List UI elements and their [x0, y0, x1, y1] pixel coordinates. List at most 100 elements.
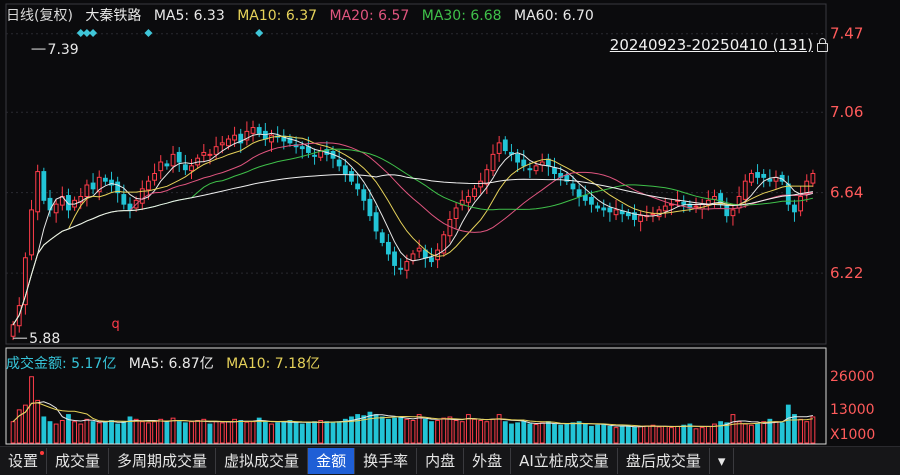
- indicator-tab-bar: 设置 成交量 多周期成交量 虚拟成交量 金额 换手率 内盘 外盘 AI立桩成交量 盘后成交量 ▾: [0, 446, 900, 475]
- price-tick-label: 7.06: [830, 103, 863, 121]
- candle: [146, 180, 151, 191]
- volume-bar: [133, 418, 139, 444]
- candle: [742, 180, 748, 200]
- candle: [533, 165, 539, 172]
- candle: [367, 198, 373, 217]
- volume-bar: [379, 416, 385, 444]
- candle: [84, 184, 90, 197]
- candle: [176, 151, 182, 163]
- volume-bar: [736, 421, 742, 444]
- tab-8[interactable]: AI立桩成交量: [511, 448, 618, 474]
- volume-bar: [484, 421, 490, 444]
- candle: [730, 209, 736, 217]
- volume-bar: [121, 421, 127, 444]
- volume-bar: [453, 420, 459, 444]
- lock-icon[interactable]: [817, 38, 828, 52]
- volume-bar: [139, 421, 145, 444]
- volume-bar: [293, 421, 299, 444]
- volume-bar: [521, 421, 527, 444]
- candle: [792, 204, 797, 213]
- candle: [576, 189, 582, 197]
- candle: [638, 215, 644, 222]
- candle: [164, 163, 170, 167]
- tab-2[interactable]: 多周期成交量: [109, 448, 217, 474]
- volume-bar: [102, 421, 108, 444]
- tab-0[interactable]: 设置: [0, 448, 48, 474]
- candle: [416, 247, 422, 252]
- tab-5[interactable]: 换手率: [355, 448, 418, 474]
- volume-bar: [244, 421, 250, 444]
- volume-bar: [152, 421, 157, 444]
- volume-bar: [552, 423, 557, 444]
- price-tick-label: 6.22: [830, 264, 863, 282]
- tab-label: 换手率: [363, 452, 409, 470]
- volume-bar: [681, 424, 687, 444]
- candle: [767, 178, 773, 182]
- candle: [213, 146, 219, 155]
- tab-3[interactable]: 虚拟成交量: [216, 448, 309, 474]
- volume-bar: [435, 420, 441, 444]
- volume-bar: [416, 414, 422, 444]
- candle: [496, 142, 502, 154]
- tab-label: 外盘: [472, 452, 503, 470]
- volume-bar: [558, 424, 564, 444]
- tab-label: 金额: [316, 452, 347, 470]
- tab-9[interactable]: 盘后成交量: [618, 448, 710, 474]
- tab-label: 盘后成交量: [625, 452, 701, 470]
- volume-bar: [385, 418, 391, 444]
- volume-bar: [35, 399, 41, 444]
- tab-10[interactable]: ▾: [710, 448, 735, 474]
- volume-bar: [478, 420, 484, 444]
- date-range-label[interactable]: 20240923-20250410 (131): [610, 36, 828, 54]
- tab-6[interactable]: 内盘: [417, 448, 465, 474]
- volume-bar: [53, 423, 59, 444]
- candle: [385, 241, 391, 255]
- candle: [256, 127, 262, 134]
- ma30-line: [12, 148, 814, 326]
- volume-bar: [324, 421, 330, 444]
- candle: [410, 253, 416, 262]
- volume-bar: [29, 376, 34, 444]
- candle: [404, 261, 410, 271]
- volume-bar: [275, 422, 281, 444]
- tab-7[interactable]: 外盘: [464, 448, 512, 474]
- volume-bar: [644, 425, 650, 444]
- volume-bar: [158, 418, 164, 444]
- volume-bar: [219, 422, 225, 444]
- volume-bar: [367, 411, 373, 444]
- volume-bar: [705, 425, 711, 444]
- candle: [589, 196, 594, 205]
- volume-legend: 成交金额: 5.17亿 MA5: 6.87亿 MA10: 7.18亿: [6, 353, 328, 373]
- tab-4[interactable]: 金额: [308, 448, 356, 474]
- volume-bar: [195, 420, 201, 444]
- candle: [429, 257, 434, 263]
- tab-label: AI立桩成交量: [519, 452, 609, 470]
- price-panel-frame: [5, 3, 827, 345]
- candle: [35, 171, 41, 213]
- candle: [182, 164, 188, 171]
- volume-bar: [742, 423, 748, 444]
- volume-bar: [755, 423, 760, 444]
- candle: [53, 203, 59, 214]
- candle: [601, 207, 607, 211]
- volume-bar: [595, 424, 600, 444]
- candle: [570, 183, 576, 190]
- candle: [121, 194, 127, 205]
- volume-bar: [804, 421, 810, 444]
- period-label[interactable]: 日线(复权): [6, 8, 73, 24]
- candle: [299, 146, 305, 150]
- volume-bar: [398, 416, 404, 444]
- notification-dot: [40, 451, 45, 455]
- volume-bar: [84, 418, 90, 444]
- volume-bar: [656, 426, 662, 444]
- volume-bar: [693, 428, 699, 444]
- volume-bar: [613, 427, 619, 444]
- volume-bar: [490, 418, 496, 444]
- volume-bar: [238, 420, 244, 444]
- volume-bar: [761, 421, 767, 444]
- tab-1[interactable]: 成交量: [47, 448, 110, 474]
- low-price-label: 5.88: [29, 331, 60, 347]
- volume-bar: [699, 427, 705, 444]
- volume-bar: [72, 421, 78, 444]
- stock-chart[interactable]: 7.47 7.06 6.64 6.22 7.39 5.88 q 26000 13000 X1000: [0, 0, 900, 446]
